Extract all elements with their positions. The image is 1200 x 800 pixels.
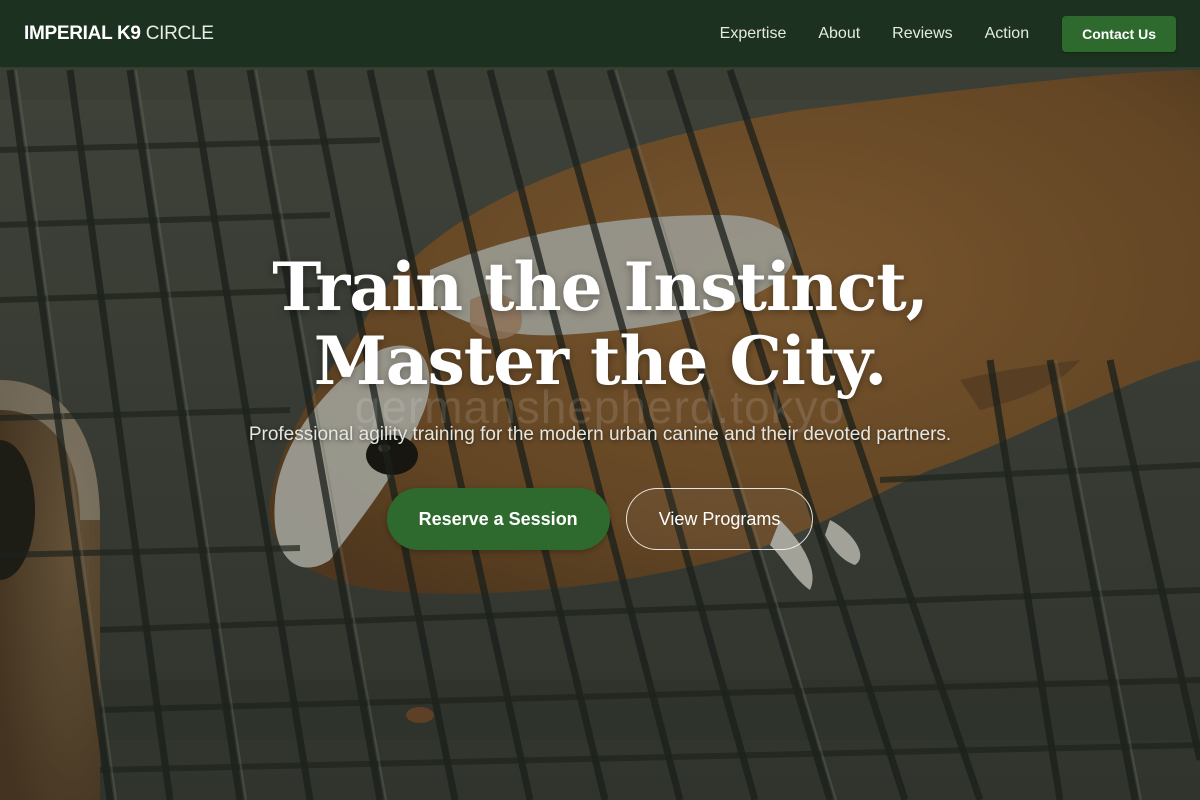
hero-title-line-2: Master the City. (313, 322, 888, 400)
nav-link-reviews[interactable]: Reviews (892, 25, 952, 43)
contact-us-button[interactable]: Contact Us (1062, 15, 1176, 52)
hero-section: Train the Instinct, Master the City. Pro… (0, 250, 1200, 550)
brand-name-light: CIRCLE (145, 22, 214, 44)
nav-link-about[interactable]: About (818, 25, 860, 43)
reserve-session-button[interactable]: Reserve a Session (386, 488, 610, 550)
brand-name-strong: IMPERIAL K9 (24, 22, 141, 44)
hero-title-line-1: Train the Instinct, (272, 248, 929, 326)
hero-title: Train the Instinct, Master the City. (0, 250, 1200, 398)
nav-link-action[interactable]: Action (985, 25, 1029, 43)
brand-logo[interactable]: IMPERIAL K9 CIRCLE (24, 23, 214, 45)
hero-actions: Reserve a Session View Programs (0, 488, 1200, 550)
top-navbar: IMPERIAL K9 CIRCLE Expertise About Revie… (0, 0, 1200, 68)
nav-links: Expertise About Reviews Action (720, 25, 1029, 43)
nav-link-expertise[interactable]: Expertise (720, 25, 787, 43)
view-programs-button[interactable]: View Programs (625, 488, 814, 550)
hero-subtitle: Professional agility training for the mo… (248, 424, 952, 445)
